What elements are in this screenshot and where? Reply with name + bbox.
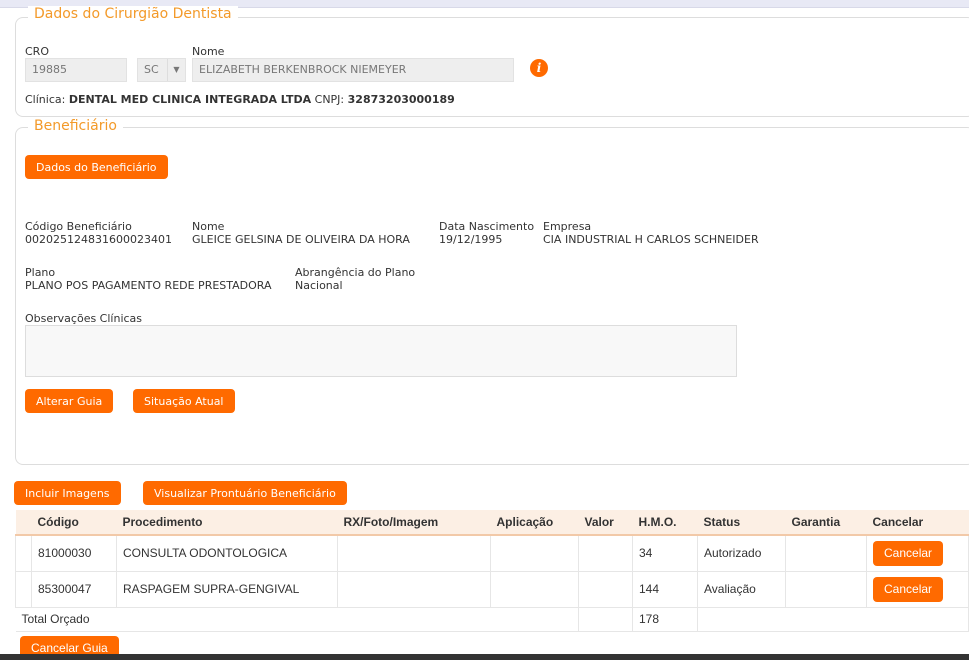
taskbar (0, 654, 969, 660)
cell-procedure: CONSULTA ODONTOLOGICA (116, 534, 338, 572)
uf-value: SC (144, 63, 159, 76)
cell (15, 570, 32, 608)
birth-date: 19/12/1995 (439, 233, 503, 246)
col-header: Status (697, 510, 786, 536)
cnpj-label: CNPJ: (314, 93, 345, 106)
clinic-line: Clínica: DENTAL MED CLINICA INTEGRADA LT… (25, 93, 455, 106)
beneficiary-data-button[interactable]: Dados do Beneficiário (25, 155, 168, 179)
dentist-name-input[interactable]: ELIZABETH BERKENBROCK NIEMEYER (192, 58, 514, 82)
dentist-legend: Dados do Cirurgião Dentista (28, 6, 238, 22)
cell: Cancelar (866, 570, 969, 608)
table-header: Código Procedimento RX/Foto/Imagem Aplic… (15, 510, 969, 536)
cell-code: 81000030 (31, 534, 117, 572)
col-header: Código (31, 510, 117, 536)
cell (490, 570, 579, 608)
col-header: H.M.O. (632, 510, 698, 536)
dentist-name-label: Nome (192, 45, 225, 58)
col-header: Cancelar (866, 510, 969, 536)
table-row: 85300047 RASPAGEM SUPRA-GENGIVAL 144 Ava… (15, 570, 969, 608)
cro-input[interactable]: 19885 (25, 58, 127, 82)
col-header (15, 510, 32, 536)
obs-textarea[interactable] (25, 325, 737, 377)
company-label: Empresa (543, 220, 592, 233)
coverage: Nacional (295, 279, 343, 292)
company: CIA INDUSTRIAL H CARLOS SCHNEIDER (543, 233, 759, 246)
col-header: RX/Foto/Imagem (337, 510, 491, 536)
cell (578, 606, 633, 632)
cell (785, 570, 867, 608)
cell: Cancelar (866, 534, 969, 572)
cell (15, 534, 32, 572)
cell (490, 534, 579, 572)
cell-hmo: 34 (632, 534, 698, 572)
col-header: Procedimento (116, 510, 338, 536)
total-row: Total Orçado 178 (15, 606, 969, 632)
total-value: 178 (632, 606, 698, 632)
beneficiary-code-label: Código Beneficiário (25, 220, 132, 233)
beneficiary-name: GLEICE GELSINA DE OLIVEIRA DA HORA (192, 233, 410, 246)
plan: PLANO POS PAGAMENTO REDE PRESTADORA (25, 279, 272, 292)
coverage-label: Abrangência do Plano (295, 266, 416, 279)
view-records-button[interactable]: Visualizar Prontuário Beneficiário (143, 481, 347, 505)
col-header: Aplicação (490, 510, 579, 536)
obs-label: Observações Clínicas (25, 312, 143, 325)
uf-select[interactable]: SC ▼ (137, 58, 186, 82)
total-label: Total Orçado (15, 606, 579, 632)
cell-code: 85300047 (31, 570, 117, 608)
clinic-name: DENTAL MED CLINICA INTEGRADA LTDA (68, 93, 312, 106)
alter-guide-button[interactable]: Alterar Guia (25, 389, 114, 413)
cancel-procedure-button[interactable]: Cancelar (873, 576, 944, 602)
beneficiary-legend: Beneficiário (28, 118, 123, 134)
cell-hmo: 144 (632, 570, 698, 608)
beneficiary-name-label: Nome (192, 220, 225, 233)
col-header: Valor (578, 510, 633, 536)
procedures-table: Código Procedimento RX/Foto/Imagem Aplic… (15, 510, 969, 632)
cell (337, 570, 491, 608)
chevron-down-icon: ▼ (167, 59, 185, 81)
col-header: Garantia (785, 510, 867, 536)
cell-status: Avaliação (697, 570, 786, 608)
cell (578, 570, 633, 608)
cancel-procedure-button[interactable]: Cancelar (873, 540, 944, 566)
clinic-label: Clínica: (25, 93, 66, 106)
include-images-button[interactable]: Incluir Imagens (14, 481, 121, 505)
table-row: 81000030 CONSULTA ODONTOLOGICA 34 Autori… (15, 534, 969, 572)
birth-label: Data Nascimento (439, 220, 535, 233)
cell-status: Autorizado (697, 534, 786, 572)
cell (578, 534, 633, 572)
info-icon[interactable]: i (530, 59, 548, 77)
beneficiary-code: 00202512483160002340​1 (25, 233, 172, 246)
cell-procedure: RASPAGEM SUPRA-GENGIVAL (116, 570, 338, 608)
cell (337, 534, 491, 572)
cell (697, 606, 969, 632)
plan-label: Plano (25, 266, 56, 279)
cnpj-value: 32873203000189 (347, 93, 455, 106)
current-status-button[interactable]: Situação Atual (133, 389, 235, 413)
cell (785, 534, 867, 572)
cro-label: CRO (25, 45, 49, 58)
